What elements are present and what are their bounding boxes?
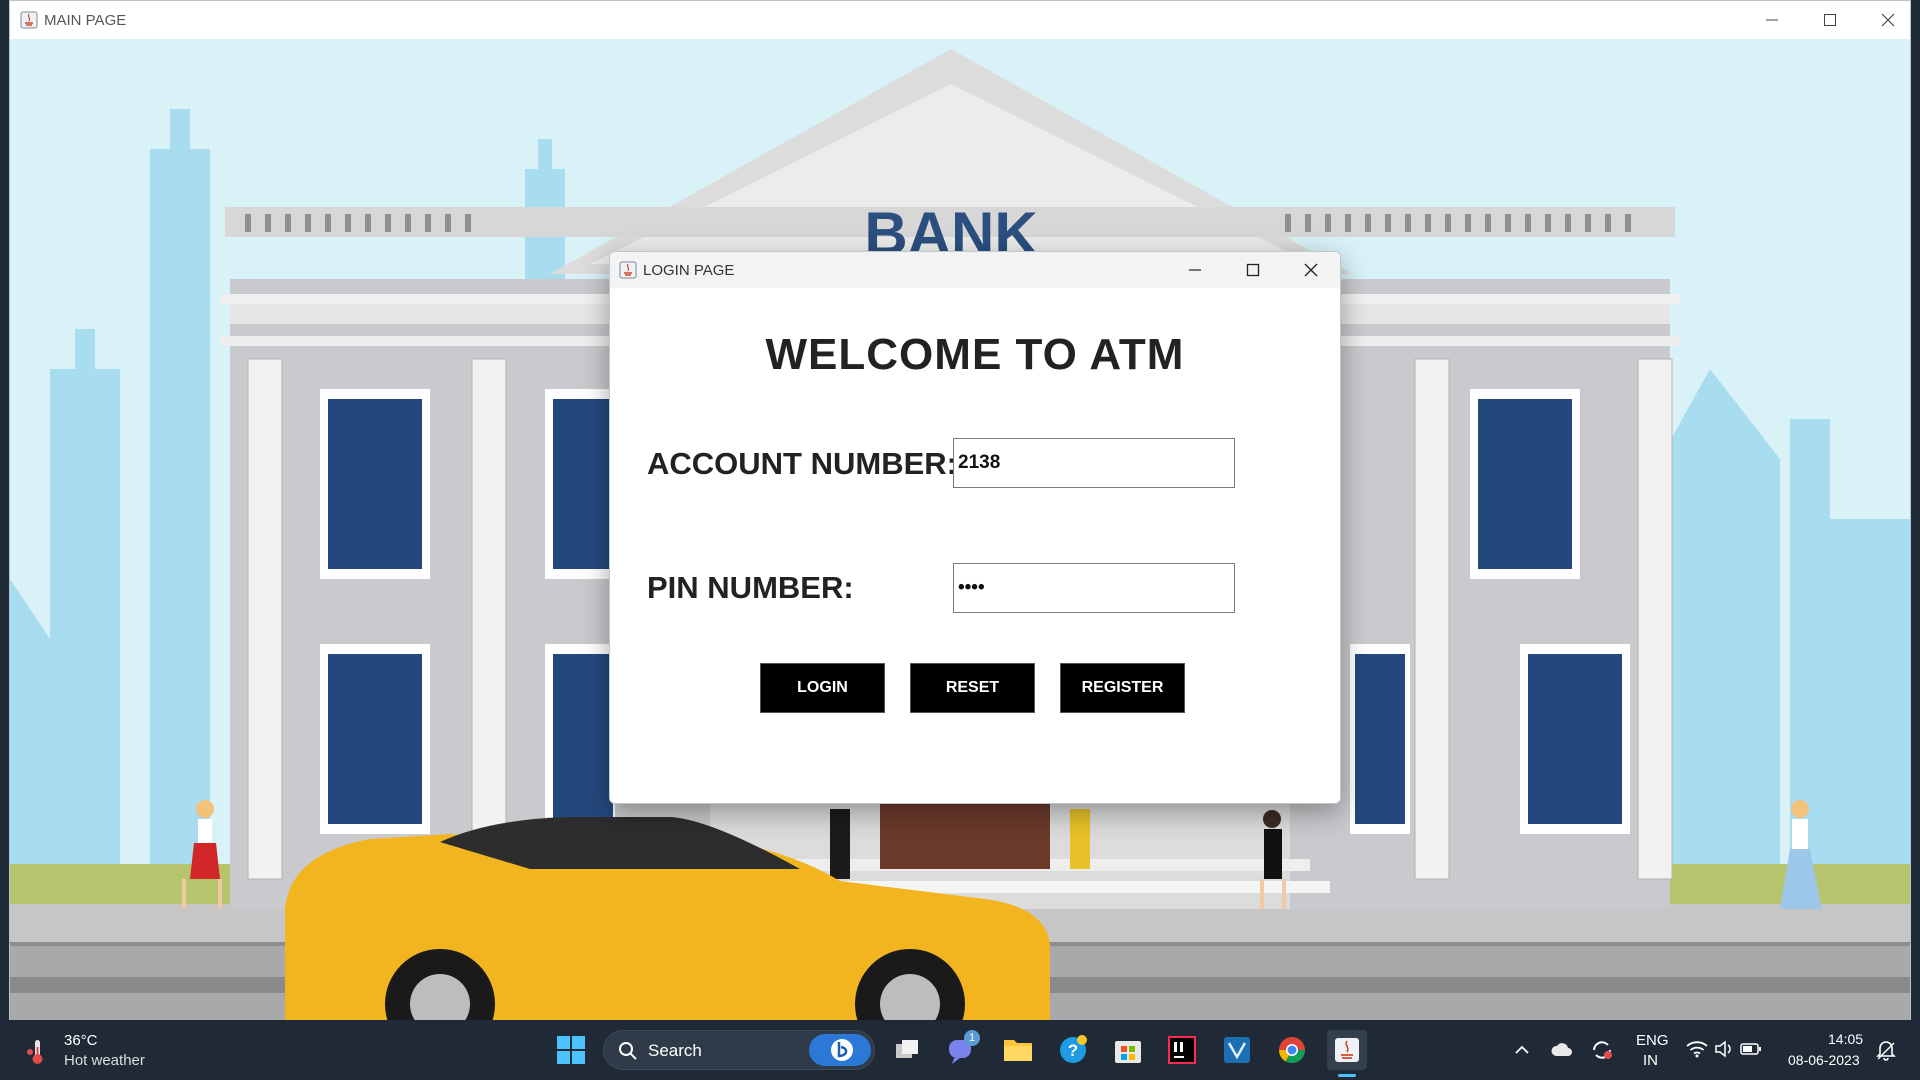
close-icon [1881, 13, 1895, 27]
register-button[interactable]: REGISTER [1060, 663, 1185, 713]
java-app-icon [619, 261, 637, 279]
weather-temperature: 36°C [64, 1032, 98, 1049]
java-app-icon [20, 11, 38, 29]
folder-icon [1004, 1040, 1032, 1061]
volume-icon [1715, 1040, 1731, 1058]
language-indicator[interactable]: ENG IN [1628, 1028, 1674, 1072]
sync-icon [1593, 1041, 1612, 1059]
notifications-button[interactable] [1872, 1030, 1900, 1070]
close-button[interactable] [1859, 1, 1917, 39]
clock-date: 08-06-2023 [1788, 1052, 1860, 1068]
intellij-button[interactable] [1162, 1030, 1202, 1070]
language-line-1: ENG [1636, 1032, 1669, 1049]
maximize-button[interactable] [1801, 1, 1859, 39]
java-active-indicator [1338, 1074, 1356, 1077]
vmware-button[interactable] [1217, 1030, 1257, 1070]
battery-icon [1740, 1043, 1761, 1055]
taskbar: 36°C Hot weather Search 1 ? ENG IN 14:05… [0, 1020, 1920, 1080]
thermometer-icon [27, 1040, 43, 1064]
show-hidden-icons-button[interactable] [1502, 1030, 1542, 1070]
login-titlebar[interactable]: LOGIN PAGE [610, 252, 1340, 288]
chrome-icon [1278, 1037, 1306, 1064]
microsoft-store-button[interactable] [1108, 1030, 1148, 1070]
clock-time: 14:05 [1828, 1031, 1864, 1047]
task-view-icon [896, 1040, 918, 1058]
clock[interactable]: 14:05 08-06-2023 [1780, 1028, 1870, 1072]
intellij-icon [1168, 1036, 1196, 1064]
svg-text:?: ? [1068, 1041, 1078, 1060]
pin-number-input[interactable] [953, 563, 1235, 613]
minimize-button[interactable] [1743, 1, 1801, 39]
reset-button[interactable]: RESET [910, 663, 1035, 713]
maximize-icon [1824, 14, 1836, 26]
weather-description: Hot weather [64, 1052, 145, 1069]
desktop: MAIN PAGE BANK LOGIN PAGE WELCOME TO ATM… [0, 0, 1920, 1080]
taskbar-search[interactable]: Search [603, 1030, 875, 1070]
weather-widget[interactable]: 36°C Hot weather [20, 1028, 160, 1072]
login-button[interactable]: LOGIN [760, 663, 885, 713]
maximize-icon [1246, 263, 1260, 277]
pin-number-label: PIN NUMBER: [647, 570, 854, 605]
network-volume-battery[interactable] [1684, 1030, 1764, 1070]
chat-badge: 1 [964, 1030, 980, 1046]
minimize-icon [1189, 269, 1201, 271]
start-button[interactable] [551, 1030, 591, 1070]
welcome-heading: WELCOME TO ATM [765, 330, 1185, 379]
cloud-icon [1551, 1043, 1572, 1056]
workstation-icon [1224, 1037, 1250, 1063]
search-icon [619, 1042, 637, 1060]
teams-chat-button[interactable]: 1 [942, 1030, 982, 1070]
dialog-close-button[interactable] [1282, 252, 1340, 288]
close-icon [1304, 263, 1318, 277]
search-label: Search [648, 1041, 702, 1060]
store-icon [1115, 1041, 1141, 1063]
login-dialog-title: LOGIN PAGE [643, 262, 735, 279]
chrome-button[interactable] [1272, 1030, 1312, 1070]
account-number-label: ACCOUNT NUMBER: [647, 446, 957, 481]
main-window-title: MAIN PAGE [44, 12, 127, 29]
file-explorer-button[interactable] [998, 1030, 1038, 1070]
minimize-icon [1766, 19, 1778, 21]
java-app-taskbar-button[interactable] [1327, 1030, 1367, 1070]
onedrive-button[interactable] [1542, 1030, 1582, 1070]
task-view-button[interactable] [888, 1030, 928, 1070]
wifi-icon [1686, 1041, 1708, 1058]
bell-icon [1876, 1041, 1896, 1061]
main-titlebar[interactable]: MAIN PAGE [10, 1, 1910, 39]
dialog-maximize-button[interactable] [1224, 252, 1282, 288]
java-icon [1335, 1038, 1359, 1062]
account-number-input[interactable] [953, 438, 1235, 488]
chevron-up-icon [1515, 1045, 1529, 1054]
language-line-2: IN [1643, 1052, 1658, 1069]
windows-icon [557, 1036, 585, 1064]
login-dialog: LOGIN PAGE WELCOME TO ATM ACCOUNT NUMBER… [609, 251, 1341, 804]
get-help-button[interactable]: ? [1053, 1030, 1093, 1070]
dialog-minimize-button[interactable] [1166, 252, 1224, 288]
sync-button[interactable] [1582, 1030, 1622, 1070]
help-icon: ? [1060, 1035, 1087, 1063]
bing-icon [809, 1034, 871, 1066]
